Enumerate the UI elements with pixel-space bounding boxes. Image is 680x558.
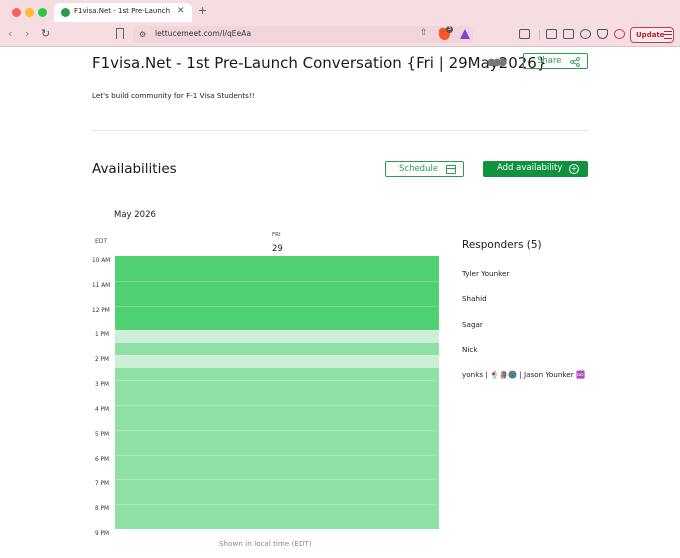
- hour-gridline: [115, 479, 439, 481]
- tab-title: F1visa.Net - 1st Pre-Launch C: [74, 7, 170, 15]
- zoom-window-button[interactable]: [38, 8, 47, 17]
- time-label: 7 PM: [94, 481, 109, 488]
- hour-gridline: [115, 280, 439, 282]
- lettuce-favicon-icon: [61, 8, 70, 17]
- schedule-label: Schedule: [399, 164, 439, 174]
- extension-icon[interactable]: [614, 29, 625, 39]
- calendar-icon: [446, 165, 456, 174]
- timezone-label: EDT: [95, 238, 108, 245]
- section-divider: [92, 130, 588, 131]
- back-button[interactable]: ‹: [8, 27, 12, 41]
- hour-gridline: [115, 355, 439, 357]
- responders-title: Responders (5): [462, 239, 542, 251]
- people-icon[interactable]: ●●●: [487, 57, 507, 68]
- toolbar-separator: [539, 30, 540, 40]
- event-description: Let's build community for F-1 Visa Stude…: [92, 91, 255, 100]
- month-label: May 2026: [114, 210, 156, 220]
- hour-gridline: [115, 305, 439, 307]
- toolbar: ‹ › ↻ ⚙ lettucemeet.com/l/qEeAa ⇧ 3 Upda…: [0, 24, 680, 46]
- availability-grid[interactable]: [115, 256, 439, 530]
- availabilities-heading: Availabilities: [92, 161, 177, 177]
- chrome-divider: [0, 46, 680, 47]
- update-button[interactable]: Update: [630, 27, 674, 43]
- time-label: 8 PM: [94, 506, 109, 513]
- hour-gridline: [115, 330, 439, 332]
- hour-gridline: [115, 429, 439, 431]
- wallet-icon[interactable]: [563, 29, 574, 39]
- day-name: FRI: [272, 232, 281, 238]
- forward-button[interactable]: ›: [25, 27, 29, 41]
- share-page-icon[interactable]: ⇧: [420, 28, 428, 38]
- hour-gridline: [115, 504, 439, 506]
- leo-ai-icon[interactable]: [580, 29, 591, 39]
- time-label: 4 PM: [94, 406, 109, 413]
- time-label: 11 AM: [92, 282, 111, 289]
- hour-gridline: [115, 454, 439, 456]
- shields-count-badge: 3: [446, 26, 453, 33]
- url-text[interactable]: lettucemeet.com/l/qEeAa: [155, 29, 251, 38]
- responder-name[interactable]: Shahid: [462, 294, 487, 303]
- hour-gridline: [115, 404, 439, 406]
- responder-name[interactable]: yonks | 🍨🗿🌚 | Jason Younker ♾️: [462, 370, 585, 379]
- brave-rewards-icon[interactable]: [460, 29, 470, 39]
- new-tab-button[interactable]: +: [198, 5, 207, 16]
- share-button[interactable]: Share: [523, 53, 588, 69]
- add-availability-label: Add availability: [497, 163, 563, 173]
- time-label: 1 PM: [94, 332, 109, 339]
- add-availability-button[interactable]: Add availability +: [483, 161, 588, 177]
- browser-chrome: F1visa.Net - 1st Pre-Launch C ✕ + ‹ › ↻ …: [0, 0, 680, 46]
- plus-circle-icon: +: [569, 164, 579, 174]
- responder-name[interactable]: Sagar: [462, 320, 483, 329]
- close-window-button[interactable]: [12, 8, 21, 17]
- day-number: 29: [272, 244, 283, 254]
- share-label: Share: [537, 56, 562, 66]
- sidebar-icon[interactable]: [546, 29, 557, 39]
- responder-name[interactable]: Nick: [462, 345, 478, 354]
- timezone-footnote: Shown in local time (EDT): [219, 539, 312, 548]
- page-title: F1visa.Net - 1st Pre-Launch Conversation…: [92, 54, 547, 72]
- reload-button[interactable]: ↻: [41, 27, 50, 41]
- schedule-button[interactable]: Schedule: [385, 161, 464, 177]
- hour-gridline: [115, 529, 439, 530]
- address-bar[interactable]: ⚙ lettucemeet.com/l/qEeAa ⇧ 3: [133, 26, 473, 43]
- time-label: 9 PM: [94, 531, 109, 537]
- time-label: 12 PM: [92, 307, 110, 314]
- tab-close-icon[interactable]: ✕: [177, 6, 185, 16]
- time-label: 3 PM: [94, 382, 109, 389]
- share-icon: [570, 57, 580, 67]
- menu-icon: [664, 31, 672, 39]
- time-label: 2 PM: [94, 357, 109, 364]
- minimize-window-button[interactable]: [25, 8, 34, 17]
- responder-name[interactable]: Tyler Younker: [462, 269, 509, 278]
- site-settings-icon[interactable]: ⚙: [139, 30, 146, 39]
- hour-gridline: [115, 380, 439, 382]
- update-label: Update: [636, 31, 665, 39]
- time-label: 5 PM: [94, 431, 109, 438]
- time-label: 6 PM: [94, 456, 109, 463]
- active-tab[interactable]: F1visa.Net - 1st Pre-Launch C ✕: [54, 3, 192, 22]
- time-label: 10 AM: [92, 258, 111, 264]
- title-bar: F1visa.Net - 1st Pre-Launch C ✕ +: [0, 0, 680, 24]
- vpn-shield-icon[interactable]: [597, 29, 608, 39]
- reader-mode-icon[interactable]: [519, 29, 530, 39]
- bookmark-icon[interactable]: [116, 28, 124, 39]
